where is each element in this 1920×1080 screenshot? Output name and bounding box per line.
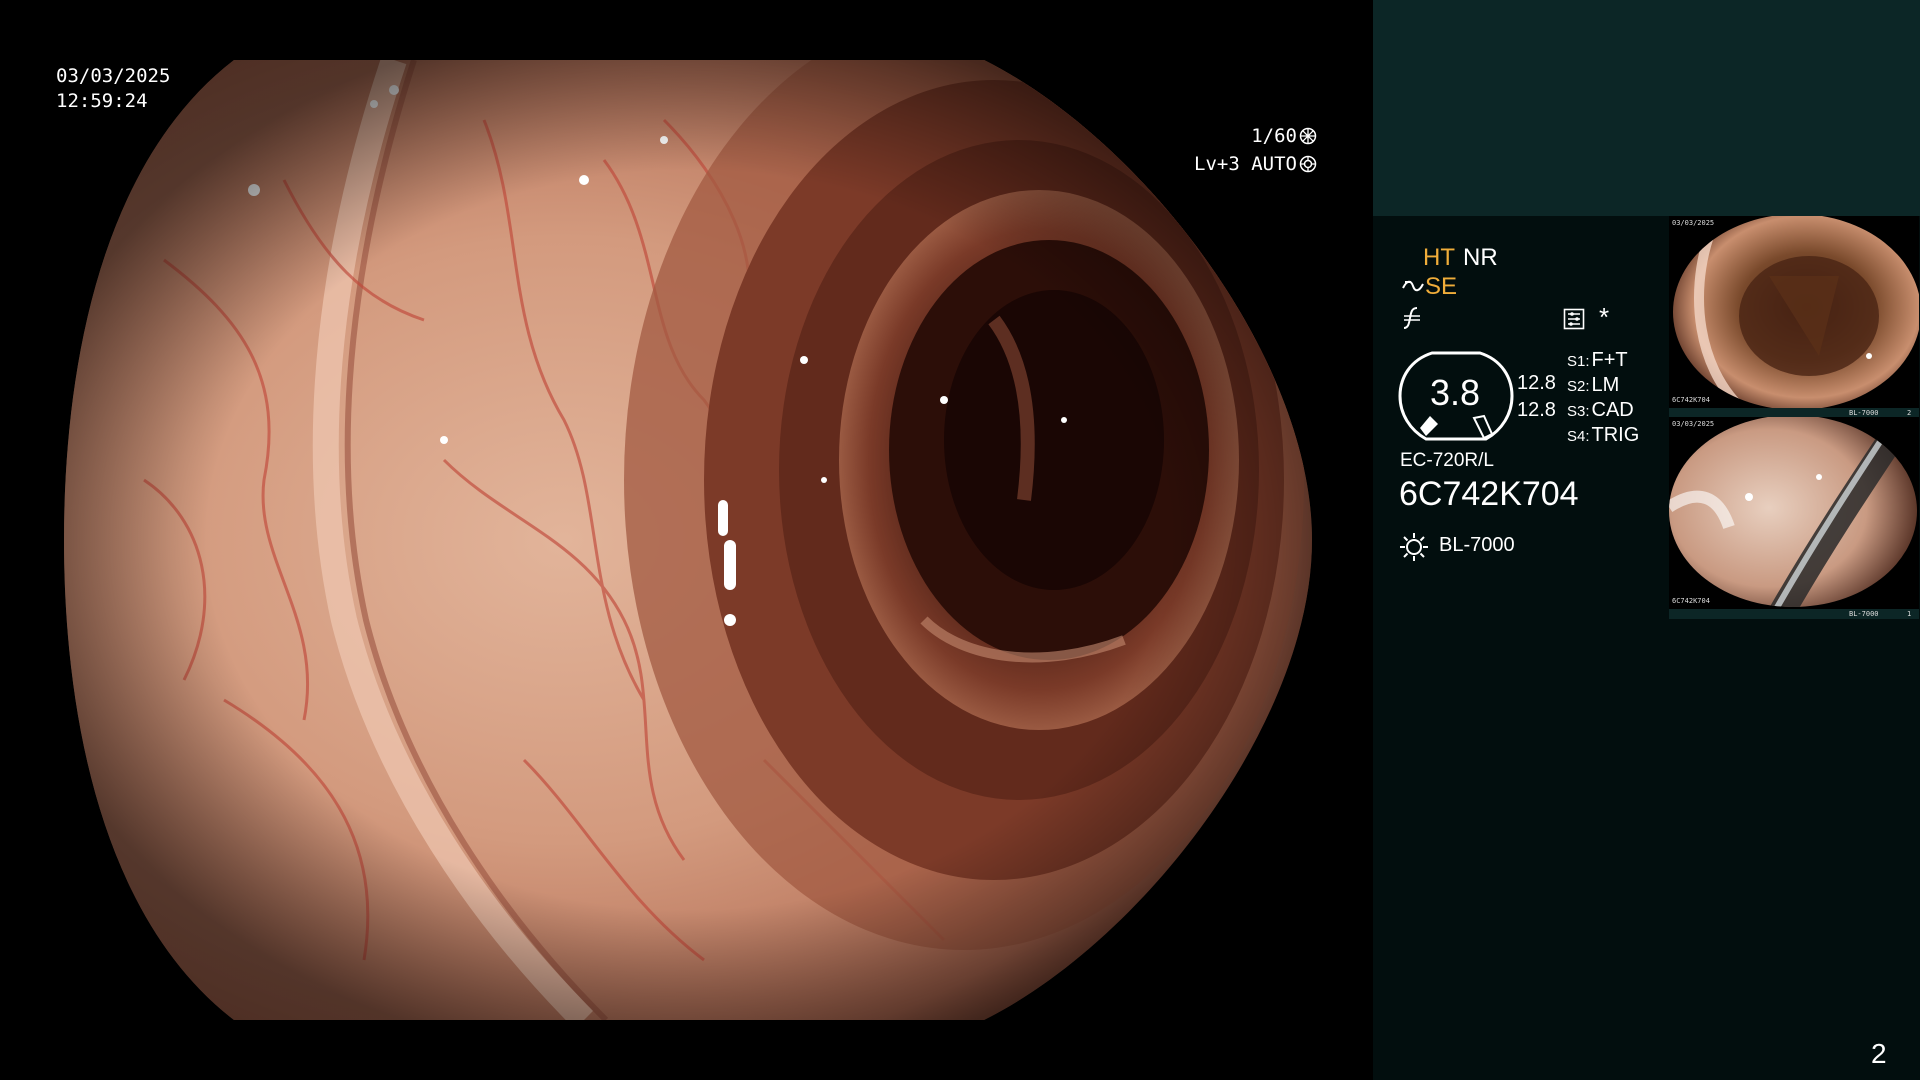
thumbnail-serial: 6C742K704 [1672,396,1710,404]
thumbnail-serial: 6C742K704 [1672,597,1710,605]
brightness-level-indicator: Lv+3 AUTO [1148,127,1317,202]
endoscopic-image [64,60,1312,1020]
thumbnail-light-source: BL-7000 [1849,610,1879,618]
auto-iris-icon [1299,155,1317,173]
thumbnail-light-source: BL-7000 [1849,409,1879,417]
switch-key: S4: [1567,428,1590,445]
exam-date: 03/03/2025 [56,65,171,87]
thumbnail-image [1673,216,1919,410]
switch-assignment-s4: S4: TRIG [1567,424,1639,447]
switch-key: S3: [1567,403,1590,420]
filter-icon [1403,307,1420,329]
mode-nr-label: NR [1463,244,1498,271]
enhance-icon [1402,280,1424,292]
exam-time: 12:59:24 [56,90,148,112]
switch-assignment-s3: S3: CAD [1567,399,1634,422]
thumbnail-info-strip [1669,609,1919,619]
gauge-subvalue-2: 12.8 [1517,399,1556,421]
captured-image-thumbnail[interactable]: 03/03/2025 6C742K704 BL-7000 2 [1669,216,1919,418]
gauge-value: 3.8 [1429,372,1481,413]
captured-image-thumbnail[interactable]: 03/03/2025 6C742K704 BL-7000 1 [1669,417,1919,619]
mode-se-label: SE [1425,273,1458,300]
sun-icon [1400,533,1428,561]
switch-value: F+T [1591,349,1628,371]
scope-model: EC-720R/L [1400,450,1494,471]
settings-icon [1563,308,1585,330]
switch-assignment-s1: S1: F+T [1567,349,1628,372]
brightness-level-value: Lv+3 AUTO [1194,153,1297,175]
switch-key: S2: [1567,378,1590,395]
gauge-subvalue-1: 12.8 [1517,372,1556,394]
colon-lumen-image [64,60,1312,1020]
switch-value: LM [1591,374,1620,396]
thumbnail-date: 03/03/2025 [1672,219,1715,227]
panel-header-area [1373,0,1920,216]
asterisk-marker: * [1599,302,1610,332]
switch-key: S1: [1567,353,1590,370]
endoscope-main-view: 03/03/2025 12:59:24 1/60 Lv+3 AUTO [0,0,1373,1080]
scope-serial-number: 6C742K704 [1399,475,1579,513]
mode-ht-label: HT [1423,244,1455,271]
thumbnail-index: 2 [1907,409,1912,417]
light-source-model: BL-7000 [1439,534,1515,556]
switch-assignment-s2: S2: LM [1567,374,1619,397]
status-side-panel: HT NR SE * 3.8 12.8 12.8 S1: F+T S2: LM S3… [1373,0,1920,1080]
page-number: 2 [1871,1038,1887,1069]
thumbnail-index: 1 [1907,610,1912,618]
switch-value: TRIG [1591,424,1640,446]
thumbnail-image [1669,417,1917,607]
switch-value: CAD [1591,399,1634,421]
thumbnail-date: 03/03/2025 [1672,420,1715,428]
